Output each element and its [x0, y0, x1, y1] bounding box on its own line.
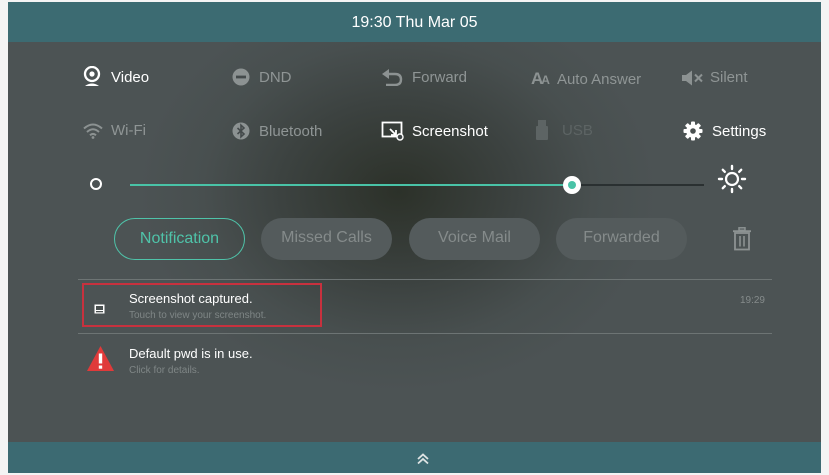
tab-voice-mail[interactable]: Voice Mail	[409, 218, 540, 260]
quick-toggle-usb[interactable]: USB	[536, 120, 593, 140]
quick-toggle-auto-answer[interactable]: AA Auto Answer	[531, 69, 641, 89]
quick-toggle-label: Video	[111, 68, 150, 86]
notification-item-default-pwd[interactable]: Default pwd is in use. Click for details…	[78, 336, 772, 386]
notification-time: 19:29	[739, 295, 765, 306]
brightness-slider-thumb[interactable]	[562, 176, 581, 194]
wifi-icon	[82, 122, 104, 139]
tab-forwarded[interactable]: Forwarded	[556, 218, 687, 260]
forward-arrow-icon	[381, 68, 403, 86]
do-not-disturb-icon	[232, 68, 250, 86]
brightness-high-icon	[717, 164, 747, 199]
tab-missed-calls[interactable]: Missed Calls	[261, 218, 392, 260]
quick-toggle-label: Bluetooth	[259, 122, 323, 140]
quick-toggle-settings[interactable]: Settings	[683, 121, 766, 141]
notification-title: Default pwd is in use.	[129, 346, 253, 361]
quick-toggle-dnd[interactable]: DND	[232, 68, 292, 86]
quick-toggle-bluetooth[interactable]: Bluetooth	[232, 121, 322, 141]
divider	[78, 333, 772, 334]
quick-toggle-label: USB	[562, 121, 593, 139]
webcam-icon	[82, 66, 102, 88]
auto-answer-icon: AA	[531, 69, 550, 88]
quick-toggle-forward[interactable]: Forward	[381, 68, 467, 86]
quick-toggle-label: Settings	[712, 122, 767, 140]
trash-icon[interactable]	[732, 227, 752, 256]
highlight-box	[82, 283, 322, 327]
quick-toggle-screenshot[interactable]: Screenshot	[381, 121, 488, 141]
speaker-mute-icon	[681, 70, 705, 86]
gear-icon	[683, 121, 703, 141]
quick-toggle-silent[interactable]: Silent	[681, 69, 748, 86]
brightness-slider[interactable]	[130, 176, 704, 194]
warning-icon	[86, 345, 115, 377]
tab-notification[interactable]: Notification	[114, 218, 245, 260]
chevron-up-icon[interactable]	[416, 452, 430, 470]
divider	[78, 279, 772, 280]
brightness-slider-fill	[130, 184, 572, 186]
bluetooth-icon	[232, 121, 250, 141]
phone-screen: 19:30 Thu Mar 05 Video DND Forward AA Au…	[8, 2, 821, 473]
quick-toggle-wifi[interactable]: Wi-Fi	[82, 122, 146, 139]
quick-toggle-video[interactable]: Video	[82, 66, 149, 88]
quick-toggle-label: Silent	[710, 69, 748, 86]
screenshot-icon	[381, 121, 405, 141]
notification-subtitle: Click for details.	[129, 365, 200, 376]
status-clock: 19:30 Thu Mar 05	[351, 14, 478, 31]
bottom-bar	[8, 442, 821, 473]
quick-toggle-label: DND	[259, 68, 292, 86]
quick-toggle-label: Wi-Fi	[111, 122, 146, 139]
quick-toggle-label: Screenshot	[412, 122, 488, 140]
usb-icon	[536, 120, 548, 140]
quick-toggle-label: Forward	[412, 68, 468, 86]
brightness-low-icon	[90, 178, 102, 190]
quick-toggle-label: Auto Answer	[556, 70, 642, 88]
